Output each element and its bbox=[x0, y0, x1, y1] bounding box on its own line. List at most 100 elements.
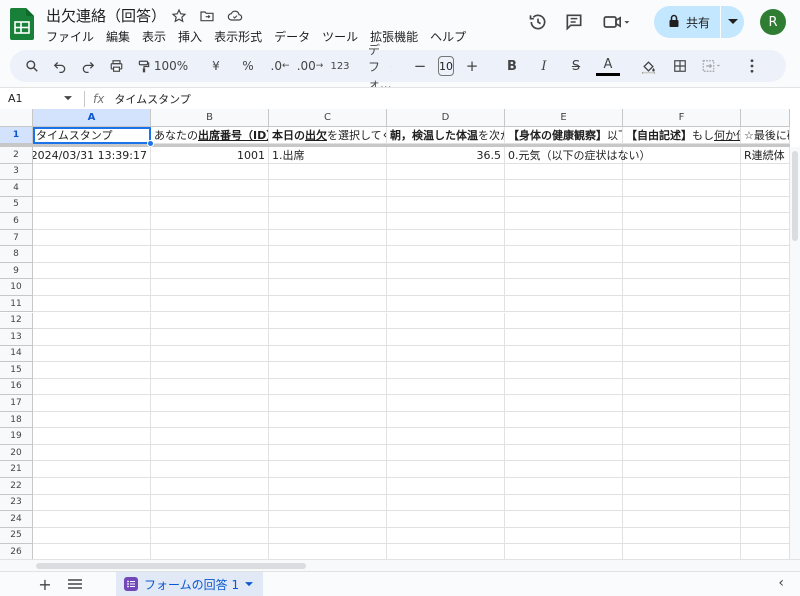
share-button[interactable]: 共有 bbox=[654, 6, 744, 38]
bold-button[interactable]: B bbox=[500, 54, 524, 78]
grid-cell[interactable] bbox=[33, 180, 151, 197]
grid-cell[interactable] bbox=[387, 262, 505, 280]
grid-cell[interactable] bbox=[741, 213, 790, 230]
grid-cell[interactable] bbox=[741, 428, 790, 445]
grid-cell[interactable] bbox=[269, 163, 387, 181]
horizontal-scroll-thumb[interactable] bbox=[36, 563, 306, 569]
grid-cell[interactable] bbox=[387, 362, 505, 379]
row-header-4[interactable]: 4 bbox=[0, 180, 33, 197]
cloud-saved-icon[interactable] bbox=[224, 6, 246, 26]
grid-cell[interactable] bbox=[33, 411, 151, 429]
account-avatar[interactable]: R bbox=[760, 9, 786, 35]
row-header-17[interactable]: 17 bbox=[0, 395, 33, 412]
grid-cell[interactable] bbox=[269, 262, 387, 280]
grid-cell[interactable] bbox=[33, 329, 151, 346]
grid-cell[interactable] bbox=[269, 279, 387, 296]
grid-cell[interactable] bbox=[269, 295, 387, 313]
grid-cell[interactable] bbox=[33, 461, 151, 478]
grid-cell[interactable] bbox=[387, 428, 505, 445]
fill-color-icon[interactable] bbox=[636, 54, 660, 78]
row-header-25[interactable]: 25 bbox=[0, 527, 33, 545]
grid-cell[interactable] bbox=[505, 395, 623, 412]
grid-cell[interactable] bbox=[269, 180, 387, 197]
grid-cell[interactable] bbox=[387, 312, 505, 330]
grid-cell[interactable] bbox=[387, 411, 505, 429]
grid-cell[interactable] bbox=[505, 378, 623, 396]
grid-cell[interactable] bbox=[505, 428, 623, 445]
row-header-14[interactable]: 14 bbox=[0, 345, 33, 363]
grid-cell[interactable] bbox=[623, 345, 741, 363]
grid-cell[interactable] bbox=[33, 295, 151, 313]
row-header-5[interactable]: 5 bbox=[0, 196, 33, 214]
grid-cell[interactable] bbox=[505, 279, 623, 296]
row-header-9[interactable]: 9 bbox=[0, 262, 33, 280]
grid-cell[interactable] bbox=[151, 180, 269, 197]
row-header-16[interactable]: 16 bbox=[0, 378, 33, 396]
grid-cell[interactable] bbox=[505, 494, 623, 512]
grid-cell[interactable] bbox=[151, 329, 269, 346]
grid-cell[interactable] bbox=[741, 163, 790, 181]
grid-cell[interactable] bbox=[741, 345, 790, 363]
grid-cell[interactable] bbox=[269, 312, 387, 330]
add-sheet-icon[interactable]: + bbox=[30, 573, 60, 595]
column-header-c[interactable]: C bbox=[269, 109, 387, 127]
sheet-tab-form-responses[interactable]: フォームの回答 1 bbox=[116, 571, 264, 596]
grid-cell[interactable] bbox=[623, 213, 741, 230]
share-main[interactable]: 共有 bbox=[654, 6, 720, 38]
grid-cell[interactable] bbox=[741, 180, 790, 197]
cell-g1[interactable]: ☆最後に確 bbox=[741, 127, 790, 144]
grid-cell[interactable] bbox=[33, 213, 151, 230]
grid-cell[interactable] bbox=[387, 345, 505, 363]
menu-insert[interactable]: 挿入 bbox=[172, 26, 208, 47]
zoom-select[interactable]: 100% bbox=[154, 54, 188, 78]
grid-cell[interactable] bbox=[741, 378, 790, 396]
more-options-icon[interactable] bbox=[740, 54, 764, 78]
grid-cell[interactable] bbox=[151, 461, 269, 478]
grid-cell[interactable] bbox=[151, 494, 269, 512]
grid-cell[interactable] bbox=[33, 395, 151, 412]
grid-cell[interactable] bbox=[741, 411, 790, 429]
row-header-1[interactable]: 1 bbox=[0, 127, 33, 144]
borders-icon[interactable] bbox=[668, 54, 692, 78]
grid-cell[interactable] bbox=[269, 527, 387, 545]
grid-cell[interactable] bbox=[387, 229, 505, 247]
grid-cell[interactable] bbox=[741, 246, 790, 263]
grid-cell[interactable] bbox=[741, 229, 790, 247]
collapse-menus-icon[interactable] bbox=[796, 54, 800, 78]
decrease-font-size-button[interactable]: − bbox=[408, 54, 432, 78]
grid-cell[interactable] bbox=[387, 180, 505, 197]
grid-cell[interactable] bbox=[623, 395, 741, 412]
grid-cell[interactable] bbox=[33, 428, 151, 445]
menu-format[interactable]: 表示形式 bbox=[208, 26, 268, 47]
grid-cell[interactable] bbox=[151, 295, 269, 313]
increase-font-size-button[interactable]: + bbox=[460, 54, 484, 78]
grid-cell[interactable] bbox=[269, 229, 387, 247]
menu-help[interactable]: ヘルプ bbox=[424, 26, 472, 47]
grid-cell[interactable] bbox=[33, 444, 151, 462]
column-header-a[interactable]: A bbox=[33, 109, 151, 127]
grid-cell[interactable] bbox=[151, 527, 269, 545]
document-title[interactable]: 出欠連絡（回答） bbox=[46, 5, 166, 26]
grid-cell[interactable] bbox=[33, 163, 151, 181]
grid-cell[interactable] bbox=[387, 196, 505, 214]
grid-cell[interactable] bbox=[623, 279, 741, 296]
font-family-select[interactable]: デフォ... bbox=[368, 43, 392, 91]
all-sheets-icon[interactable] bbox=[60, 573, 90, 595]
grid-cell[interactable] bbox=[623, 428, 741, 445]
grid-cell[interactable] bbox=[151, 262, 269, 280]
cell-e1[interactable]: 【身体の健康観察】以下 bbox=[505, 127, 623, 144]
select-all-corner[interactable] bbox=[0, 109, 33, 127]
grid-cell[interactable] bbox=[151, 345, 269, 363]
grid-cell[interactable] bbox=[505, 511, 623, 528]
row-header-12[interactable]: 12 bbox=[0, 312, 33, 330]
grid-cell[interactable] bbox=[33, 262, 151, 280]
column-header-g[interactable] bbox=[741, 109, 790, 127]
comments-icon[interactable] bbox=[556, 6, 592, 38]
decrease-decimal-button[interactable]: .0 ← bbox=[268, 54, 292, 78]
menu-data[interactable]: データ bbox=[268, 26, 316, 47]
cell-b2[interactable]: 1001 bbox=[151, 147, 269, 164]
grid-cell[interactable] bbox=[623, 378, 741, 396]
grid-cell[interactable] bbox=[33, 229, 151, 247]
menu-edit[interactable]: 編集 bbox=[100, 26, 136, 47]
grid-cell[interactable] bbox=[623, 511, 741, 528]
